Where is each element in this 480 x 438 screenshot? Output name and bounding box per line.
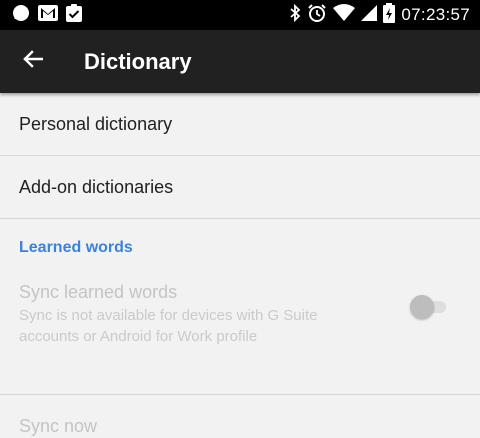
notification-icons — [0, 3, 82, 27]
bluetooth-icon — [289, 3, 301, 27]
sync-toggle[interactable] — [410, 295, 448, 319]
personal-dictionary-item[interactable]: Personal dictionary — [0, 93, 480, 156]
cell-signal-icon — [361, 4, 378, 26]
page-title: Dictionary — [84, 48, 192, 74]
status-bar: 07:23:57 — [0, 0, 480, 30]
addon-dictionaries-label: Add-on dictionaries — [19, 176, 174, 197]
chat-bubble-icon — [12, 4, 30, 27]
addon-dictionaries-item[interactable]: Add-on dictionaries — [0, 156, 480, 219]
wifi-icon — [333, 3, 356, 27]
alarm-icon — [307, 3, 327, 28]
battery-icon — [383, 2, 396, 28]
sync-learned-words-item: Sync learned words Sync is not available… — [0, 281, 480, 395]
arrow-back-icon — [23, 49, 44, 74]
app-bar: Dictionary — [0, 30, 480, 93]
system-status-icons: 07:23:57 — [289, 2, 480, 28]
sync-toggle-thumb — [410, 295, 434, 319]
back-button[interactable] — [0, 30, 66, 93]
gmail-icon — [38, 4, 58, 26]
settings-list: Personal dictionary Add-on dictionaries … — [0, 93, 480, 438]
learned-words-header: Learned words — [19, 239, 133, 256]
clipboard-check-icon — [66, 3, 82, 27]
clock-time: 07:23:57 — [401, 5, 470, 24]
sync-now-label: Sync now — [19, 415, 98, 436]
sync-now-item: Sync now — [0, 395, 480, 438]
personal-dictionary-label: Personal dictionary — [19, 113, 173, 134]
sync-learned-words-summary: Sync is not available for devices with G… — [19, 307, 318, 345]
